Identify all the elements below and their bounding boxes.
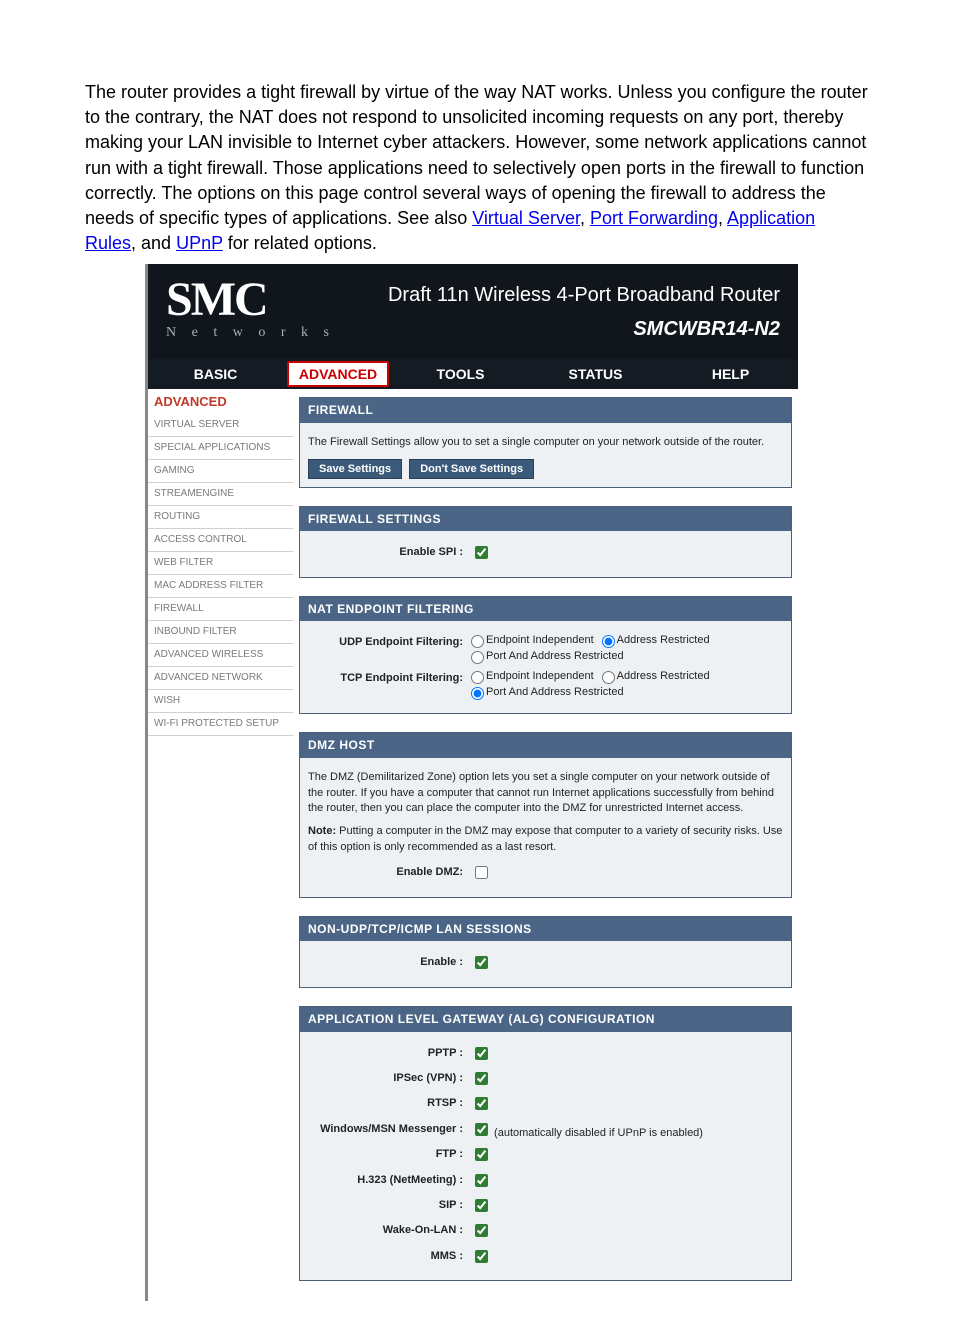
main-content: FIREWALL The Firewall Settings allow you… — [293, 389, 798, 1301]
logo: SMC N e t w o r k s — [148, 281, 346, 343]
header-titles: Draft 11n Wireless 4-Port Broadband Rout… — [346, 281, 798, 343]
sidebar-item-routing[interactable]: ROUTING — [148, 506, 293, 529]
udp-option-label: Endpoint Independent — [486, 633, 594, 648]
sidebar-item-advanced-network[interactable]: ADVANCED NETWORK — [148, 667, 293, 690]
alg-label-8: MMS : — [308, 1247, 471, 1264]
panel-header-nonudp: NON-UDP/TCP/ICMP LAN SESSIONS — [300, 917, 791, 942]
tcp-option-label: Address Restricted — [617, 669, 710, 684]
udp-option-label: Address Restricted — [617, 633, 710, 648]
alg-checkbox-3[interactable] — [475, 1123, 488, 1136]
alg-label-3: Windows/MSN Messenger : — [308, 1120, 471, 1137]
alg-checkbox-0[interactable] — [475, 1047, 488, 1060]
document-page: The router provides a tight firewall by … — [0, 0, 954, 1341]
nav-tab-status[interactable]: STATUS — [528, 365, 663, 385]
firewall-settings-panel: FIREWALL SETTINGS Enable SPI : — [299, 506, 792, 578]
alg-checkbox-4[interactable] — [475, 1148, 488, 1161]
udp-radio-0[interactable] — [471, 635, 484, 648]
alg-label-0: PPTP : — [308, 1044, 471, 1061]
enable-dmz-checkbox[interactable] — [475, 866, 488, 879]
tcp-option-label: Port And Address Restricted — [486, 685, 624, 700]
enable-dmz-label: Enable DMZ: — [308, 863, 471, 880]
nonudp-enable-checkbox[interactable] — [475, 956, 488, 969]
alg-checkbox-8[interactable] — [475, 1250, 488, 1263]
intro-paragraph: The router provides a tight firewall by … — [85, 80, 869, 256]
nav-tab-tools[interactable]: TOOLS — [393, 365, 528, 385]
nat-endpoint-panel: NAT ENDPOINT FILTERING UDP Endpoint Filt… — [299, 596, 792, 715]
sidebar-item-streamengine[interactable]: STREAMENGINE — [148, 483, 293, 506]
sidebar-item-wish[interactable]: WISH — [148, 690, 293, 713]
dmz-description: The DMZ (Demilitarized Zone) option lets… — [308, 770, 783, 816]
logo-subtext: N e t w o r k s — [166, 323, 346, 343]
sidebar-item-firewall[interactable]: FIREWALL — [148, 598, 293, 621]
udp-radio-1[interactable] — [602, 635, 615, 648]
nonudp-enable-label: Enable : — [308, 953, 471, 970]
dmz-note: Note: Putting a computer in the DMZ may … — [308, 824, 783, 855]
panel-header-alg: APPLICATION LEVEL GATEWAY (ALG) CONFIGUR… — [300, 1007, 791, 1032]
alg-label-4: FTP : — [308, 1145, 471, 1162]
tcp-filtering-label: TCP Endpoint Filtering: — [308, 669, 471, 686]
sidebar: ADVANCED VIRTUAL SERVERSPECIAL APPLICATI… — [148, 389, 293, 1301]
udp-radio-2[interactable] — [471, 651, 484, 664]
panel-header-firewall: FIREWALL — [300, 398, 791, 423]
intro-link-virtual-server[interactable]: Virtual Server — [472, 208, 580, 228]
alg-label-5: H.323 (NetMeeting) : — [308, 1171, 471, 1188]
product-model: SMCWBR14-N2 — [346, 315, 780, 343]
udp-filtering-label: UDP Endpoint Filtering: — [308, 633, 471, 650]
tcp-option-label: Endpoint Independent — [486, 669, 594, 684]
alg-checkbox-6[interactable] — [475, 1199, 488, 1212]
sidebar-title: ADVANCED — [148, 389, 293, 413]
alg-extra-note: (automatically disabled if UPnP is enabl… — [491, 1127, 703, 1139]
sidebar-item-web-filter[interactable]: WEB FILTER — [148, 552, 293, 575]
alg-checkbox-7[interactable] — [475, 1224, 488, 1237]
alg-checkbox-5[interactable] — [475, 1174, 488, 1187]
alg-label-6: SIP : — [308, 1196, 471, 1213]
sidebar-item-virtual-server[interactable]: VIRTUAL SERVER — [148, 414, 293, 437]
nav-tab-advanced[interactable]: ADVANCED — [287, 361, 389, 387]
dmz-host-panel: DMZ HOST The DMZ (Demilitarized Zone) op… — [299, 732, 792, 897]
sidebar-item-special-applications[interactable]: SPECIAL APPLICATIONS — [148, 437, 293, 460]
alg-panel: APPLICATION LEVEL GATEWAY (ALG) CONFIGUR… — [299, 1006, 792, 1281]
enable-spi-checkbox[interactable] — [475, 546, 488, 559]
firewall-panel: FIREWALL The Firewall Settings allow you… — [299, 397, 792, 487]
panel-header-nat: NAT ENDPOINT FILTERING — [300, 597, 791, 622]
alg-label-1: IPSec (VPN) : — [308, 1069, 471, 1086]
enable-spi-label: Enable SPI : — [308, 543, 471, 560]
alg-checkbox-1[interactable] — [475, 1072, 488, 1085]
dont-save-settings-button[interactable]: Don't Save Settings — [409, 459, 534, 479]
main-nav: BASICADVANCEDTOOLSSTATUSHELP — [148, 359, 798, 389]
sidebar-item-gaming[interactable]: GAMING — [148, 460, 293, 483]
sidebar-item-inbound-filter[interactable]: INBOUND FILTER — [148, 621, 293, 644]
nonudp-panel: NON-UDP/TCP/ICMP LAN SESSIONS Enable : — [299, 916, 792, 988]
router-admin-screenshot: SMC N e t w o r k s Draft 11n Wireless 4… — [145, 264, 798, 1301]
sidebar-item-advanced-wireless[interactable]: ADVANCED WIRELESS — [148, 644, 293, 667]
panel-header-dmz: DMZ HOST — [300, 733, 791, 758]
logo-brand: SMC — [166, 281, 346, 319]
intro-link-port-forwarding[interactable]: Port Forwarding — [590, 208, 718, 228]
alg-checkbox-2[interactable] — [475, 1097, 488, 1110]
udp-option-label: Port And Address Restricted — [486, 649, 624, 664]
product-title: Draft 11n Wireless 4-Port Broadband Rout… — [346, 281, 780, 309]
nav-tab-basic[interactable]: BASIC — [148, 365, 283, 385]
nav-tab-help[interactable]: HELP — [663, 365, 798, 385]
alg-label-2: RTSP : — [308, 1094, 471, 1111]
tcp-filtering-options: Endpoint Independent Address Restricted … — [471, 669, 783, 701]
sidebar-item-wi-fi-protected-setup[interactable]: WI-FI PROTECTED SETUP — [148, 713, 293, 736]
alg-label-7: Wake-On-LAN : — [308, 1221, 471, 1238]
sidebar-item-access-control[interactable]: ACCESS CONTROL — [148, 529, 293, 552]
firewall-description: The Firewall Settings allow you to set a… — [308, 435, 783, 450]
sidebar-item-mac-address-filter[interactable]: MAC ADDRESS FILTER — [148, 575, 293, 598]
tcp-radio-1[interactable] — [602, 671, 615, 684]
tcp-radio-2[interactable] — [471, 687, 484, 700]
udp-filtering-options: Endpoint Independent Address Restricted … — [471, 633, 783, 665]
intro-link-upnp[interactable]: UPnP — [176, 233, 223, 253]
router-header: SMC N e t w o r k s Draft 11n Wireless 4… — [148, 264, 798, 359]
save-settings-button[interactable]: Save Settings — [308, 459, 402, 479]
tcp-radio-0[interactable] — [471, 671, 484, 684]
panel-header-firewall-settings: FIREWALL SETTINGS — [300, 507, 791, 532]
